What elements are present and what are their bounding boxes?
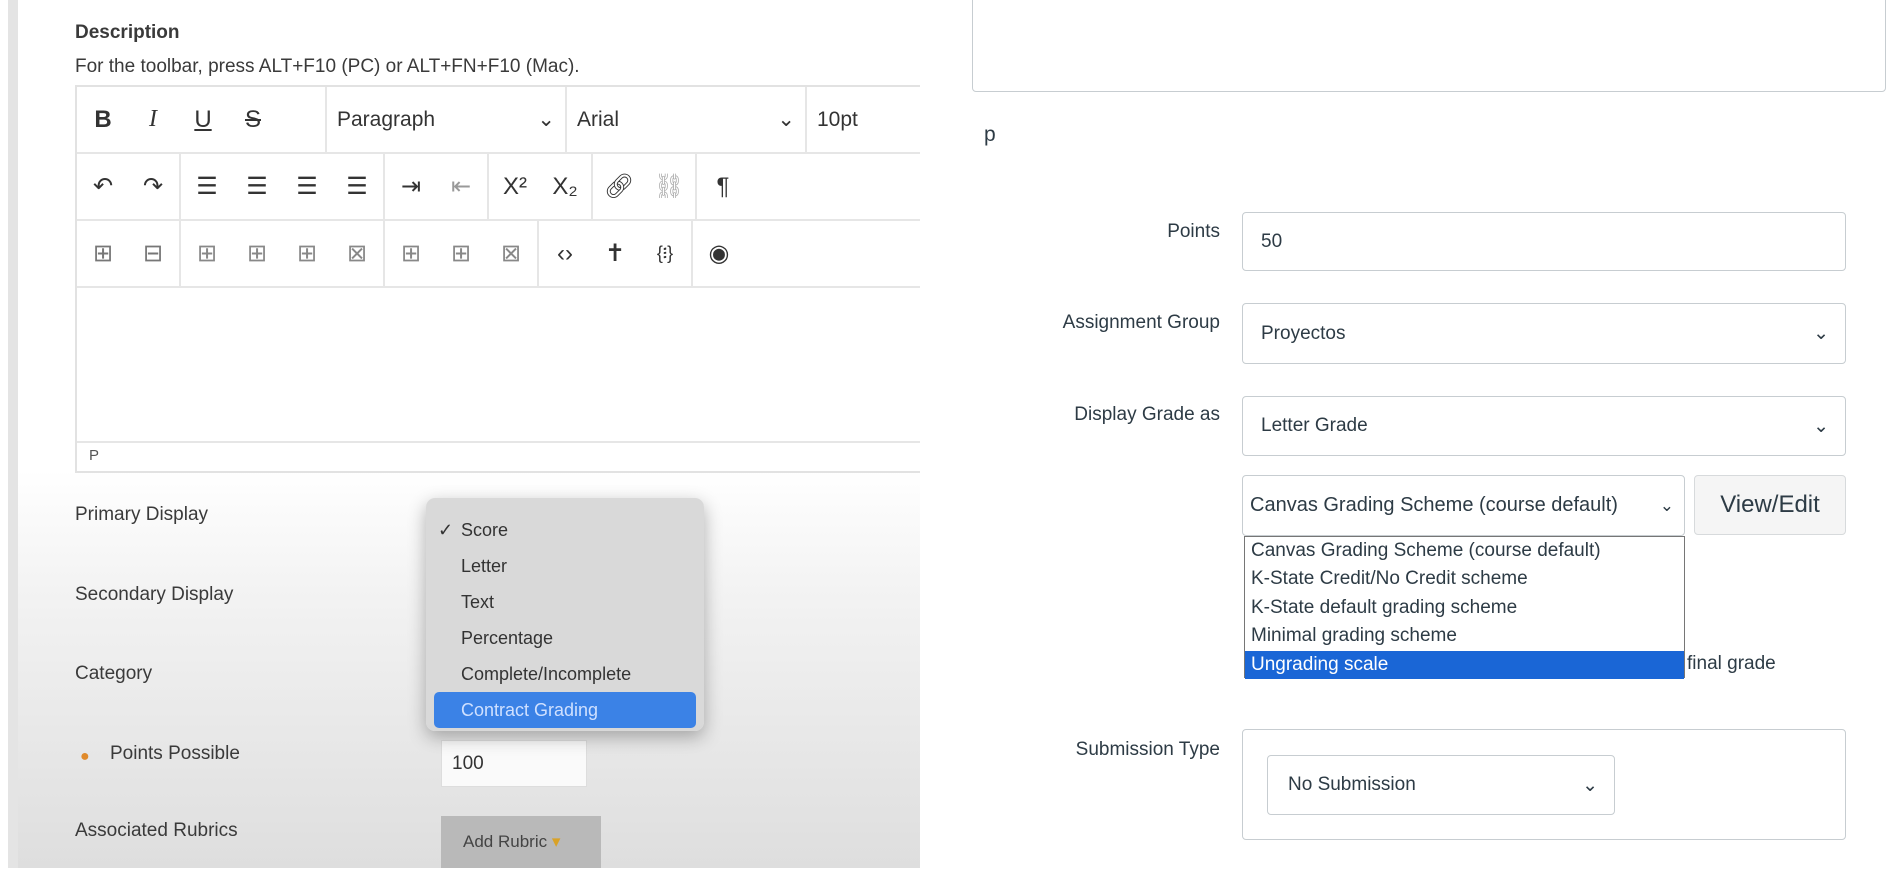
preview-eye-icon[interactable]: ◉ <box>703 239 735 268</box>
insert-col-before-icon[interactable]: ⊞ <box>395 239 427 268</box>
points-possible-label: Points Possible <box>110 743 240 764</box>
delete-col-icon[interactable]: ⊠ <box>495 239 527 268</box>
font-family-value: Arial <box>577 107 620 131</box>
assignment-group-select[interactable]: Proyectos ⌄ <box>1242 303 1846 364</box>
points-label: Points <box>1167 221 1220 242</box>
points-value: 50 <box>1261 230 1283 252</box>
chevron-down-icon: ⌄ <box>777 108 795 131</box>
toolbar-hint: For the toolbar, press ALT+F10 (PC) or A… <box>75 56 580 77</box>
submission-type-label: Submission Type <box>1075 739 1220 760</box>
editor-path: p <box>984 123 996 146</box>
accessibility-icon[interactable]: ✝ <box>599 239 631 268</box>
points-possible-input[interactable]: 100 <box>441 740 587 787</box>
chevron-down-icon: ⌄ <box>1813 415 1829 437</box>
align-right-icon[interactable]: ☰ <box>291 172 323 201</box>
view-edit-button[interactable]: View/Edit <box>1694 475 1846 535</box>
justify-icon[interactable]: ☰ <box>341 172 373 201</box>
math-icon[interactable]: {፧} <box>649 243 681 264</box>
chevron-down-icon: ▾ <box>551 832 561 851</box>
display-option-percentage[interactable]: Percentage <box>426 620 704 656</box>
delete-row-icon[interactable]: ⊠ <box>341 239 373 268</box>
points-input[interactable]: 50 <box>1242 212 1846 271</box>
description-label: Description <box>75 22 180 43</box>
bold-button[interactable]: B <box>87 106 119 134</box>
ltr-icon[interactable]: ¶ <box>707 173 739 201</box>
checkmark-icon: ✓ <box>438 520 454 540</box>
add-rubric-label: Add Rubric <box>463 832 548 851</box>
font-size-select[interactable]: 10pt <box>817 108 897 132</box>
display-option-text[interactable]: Text <box>426 584 704 620</box>
redo-icon[interactable]: ↷ <box>137 172 169 201</box>
insert-row-after-icon[interactable]: ⊞ <box>291 239 323 268</box>
display-option-complete-incomplete[interactable]: Complete/Incomplete <box>426 656 704 692</box>
unlink-icon[interactable]: ⛓ <box>653 172 685 201</box>
display-option-label: Score <box>461 520 509 540</box>
add-rubric-button[interactable]: Add Rubric ▾ <box>441 816 601 868</box>
strikethrough-button[interactable]: S <box>237 106 269 134</box>
editor-status-path: P <box>77 441 920 471</box>
submission-type-select[interactable]: No Submission ⌄ <box>1267 755 1615 815</box>
final-grade-text: final grade <box>1687 653 1776 674</box>
grading-scheme-value: Canvas Grading Scheme (course default) <box>1250 494 1618 516</box>
display-option-label: Complete/Incomplete <box>461 664 632 684</box>
insert-row-before-icon[interactable]: ⊞ <box>241 239 273 268</box>
indent-icon[interactable]: ⇥ <box>395 172 427 201</box>
table-icon[interactable]: ⊞ <box>87 239 119 268</box>
table-cell-icon[interactable]: ⊞ <box>191 239 223 268</box>
submission-type-value: No Submission <box>1288 774 1416 795</box>
assignment-group-value: Proyectos <box>1261 322 1346 344</box>
italic-button[interactable]: I <box>137 106 169 133</box>
grading-scheme-option[interactable]: K-State Credit/No Credit scheme <box>1245 565 1684 593</box>
grading-scheme-listbox[interactable]: Canvas Grading Scheme (course default) K-… <box>1244 536 1685 679</box>
chevron-down-icon: ⌄ <box>537 108 555 131</box>
undo-icon[interactable]: ↶ <box>87 172 119 201</box>
chevron-down-icon: ⌄ <box>1813 323 1829 344</box>
font-family-select[interactable]: Arial ⌄ <box>577 107 795 132</box>
display-option-label: Letter <box>461 556 508 576</box>
outdent-icon[interactable]: ⇤ <box>445 172 477 201</box>
display-option-label: Contract Grading <box>461 700 599 720</box>
display-option-score[interactable]: ✓ Score <box>426 512 704 548</box>
underline-button[interactable]: U <box>187 106 219 134</box>
required-icon: ● <box>80 748 90 765</box>
align-center-icon[interactable]: ☰ <box>241 172 273 201</box>
grading-scheme-option[interactable]: Ungrading scale <box>1245 650 1684 679</box>
link-icon[interactable]: 🔗︎ <box>603 172 635 201</box>
grading-scheme-option[interactable]: Canvas Grading Scheme (course default) <box>1245 537 1684 565</box>
grading-scheme-option[interactable]: Minimal grading scheme <box>1245 622 1684 650</box>
chevron-down-icon: ⌄ <box>1659 495 1674 515</box>
block-format-value: Paragraph <box>337 107 436 131</box>
left-panel-screenshot: Description For the toolbar, press ALT+F… <box>8 0 920 868</box>
assignment-group-label: Assignment Group <box>1062 312 1220 333</box>
grading-scheme-select[interactable]: Canvas Grading Scheme (course default) ⌄ <box>1242 475 1685 536</box>
display-grade-label: Display Grade as <box>1074 404 1220 425</box>
editor-content-area[interactable] <box>972 0 1886 92</box>
display-option-letter[interactable]: Letter <box>426 548 704 584</box>
display-option-label: Percentage <box>461 628 554 648</box>
primary-display-label: Primary Display <box>75 504 209 525</box>
display-grade-value: Letter Grade <box>1261 415 1368 436</box>
block-format-select[interactable]: Paragraph ⌄ <box>337 107 555 132</box>
display-grade-select[interactable]: Letter Grade ⌄ <box>1242 396 1846 456</box>
insert-col-after-icon[interactable]: ⊞ <box>445 239 477 268</box>
superscript-button[interactable]: X² <box>499 173 531 201</box>
associated-rubrics-label: Associated Rubrics <box>75 820 238 841</box>
category-label: Category <box>75 663 153 684</box>
table-row-icon[interactable]: ⊟ <box>137 239 169 268</box>
subscript-button[interactable]: X₂ <box>549 173 581 201</box>
grading-scheme-option[interactable]: K-State default grading scheme <box>1245 594 1684 622</box>
display-option-label: Text <box>461 592 495 612</box>
rich-text-editor[interactable]: B I U S Paragraph ⌄ Arial ⌄ 10pt ↶ ↷ ☰ ☰ ☰ ☰ ⇥… <box>75 85 920 473</box>
code-icon[interactable]: ‹› <box>549 240 581 268</box>
display-option-contract-grading[interactable]: Contract Grading <box>434 692 696 728</box>
chevron-down-icon: ⌄ <box>1582 774 1598 796</box>
secondary-display-label: Secondary Display <box>75 584 234 605</box>
display-options-menu[interactable]: ✓ Score Letter Text Percentage Complete/Incom… <box>426 498 704 731</box>
align-left-icon[interactable]: ☰ <box>191 172 223 201</box>
